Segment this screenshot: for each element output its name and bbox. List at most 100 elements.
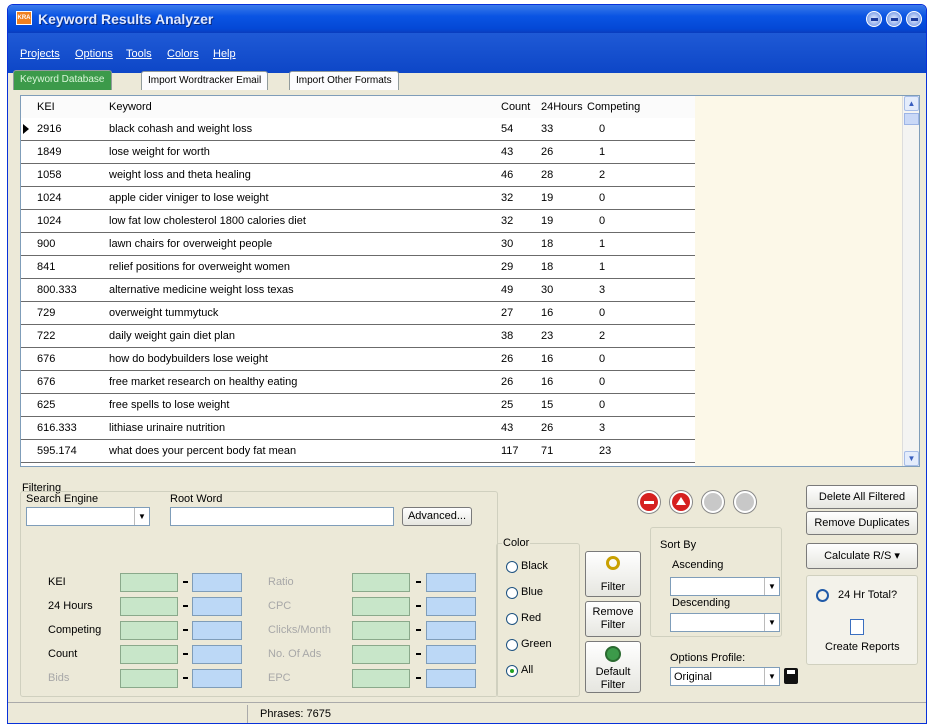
filter-min-input[interactable]: [120, 573, 178, 592]
create-reports-label[interactable]: Create Reports: [825, 641, 900, 653]
filter-max-input[interactable]: [426, 645, 476, 664]
x-gray-icon[interactable]: [734, 491, 756, 513]
filter-min-input[interactable]: [352, 573, 410, 592]
remove-filter-button[interactable]: Remove Filter: [585, 601, 641, 637]
radio-label-green[interactable]: Green: [521, 638, 552, 650]
ascending-label: Ascending: [672, 559, 724, 571]
filter-min-input[interactable]: [120, 669, 178, 688]
filter-max-input[interactable]: [426, 573, 476, 592]
hr-total-label[interactable]: 24 Hr Total?: [838, 589, 897, 601]
descending-select[interactable]: ▼: [670, 613, 780, 632]
table-row[interactable]: 841 relief positions for overweight women…: [21, 256, 695, 279]
radio-black[interactable]: [506, 561, 518, 573]
filter-max-input[interactable]: [192, 645, 242, 664]
menu-options[interactable]: Options: [75, 48, 113, 60]
table-row[interactable]: 729 overweight tummytuck 27 16 0: [21, 302, 695, 325]
calculate-rs-button[interactable]: Calculate R/S ▾: [806, 543, 918, 569]
chevron-down-icon[interactable]: ▼: [764, 668, 779, 685]
scroll-down-icon[interactable]: ▼: [904, 451, 919, 466]
radio-label-black[interactable]: Black: [521, 560, 548, 572]
report-icon[interactable]: [850, 619, 864, 635]
chevron-down-icon[interactable]: ▼: [134, 508, 149, 525]
table-row[interactable]: 1058 weight loss and theta healing 46 28 2: [21, 164, 695, 187]
filter-max-input[interactable]: [426, 621, 476, 640]
range-dash: [416, 677, 421, 679]
delete-all-filtered-button[interactable]: Delete All Filtered: [806, 485, 918, 509]
filter-label-left: 24 Hours: [48, 600, 93, 612]
advanced-button[interactable]: Advanced...: [402, 507, 472, 526]
filter-min-input[interactable]: [120, 597, 178, 616]
table-row[interactable]: 900 lawn chairs for overweight people 30 18…: [21, 233, 695, 256]
radio-label-blue[interactable]: Blue: [521, 586, 543, 598]
filter-max-input[interactable]: [192, 597, 242, 616]
filter-max-input[interactable]: [192, 573, 242, 592]
menu-colors[interactable]: Colors: [167, 48, 199, 60]
radio-red[interactable]: [506, 613, 518, 625]
col-keyword[interactable]: Keyword: [109, 101, 152, 113]
col-count[interactable]: Count: [501, 101, 530, 113]
filter-max-input[interactable]: [192, 669, 242, 688]
filter-max-input[interactable]: [426, 669, 476, 688]
filter-button[interactable]: Filter: [585, 551, 641, 597]
menu-projects[interactable]: Projects: [20, 48, 60, 60]
cell-h24: 16: [541, 353, 554, 365]
tab-keyword-database[interactable]: Keyword Database: [13, 70, 112, 90]
range-dash: [416, 581, 421, 583]
table-row[interactable]: 1849 lose weight for worth 43 26 1: [21, 141, 695, 164]
default-filter-label: Default Filter: [595, 666, 631, 691]
scroll-up-icon[interactable]: ▲: [904, 96, 919, 111]
filter-min-input[interactable]: [352, 669, 410, 688]
col-competing[interactable]: Competing: [587, 101, 640, 113]
table-row[interactable]: 1024 low fat low cholesterol 1800 calorie…: [21, 210, 695, 233]
filter-min-input[interactable]: [352, 597, 410, 616]
table-row[interactable]: 595.174 what does your percent body fat m…: [21, 440, 695, 463]
col-kei[interactable]: KEI: [37, 101, 55, 113]
cell-kei: 729: [37, 307, 56, 319]
filter-min-input[interactable]: [120, 621, 178, 640]
menu-help[interactable]: Help: [213, 48, 236, 60]
radio-all[interactable]: [506, 665, 518, 677]
scroll-thumb[interactable]: [904, 113, 919, 125]
minimize-icon[interactable]: [866, 11, 882, 27]
table-row[interactable]: 1024 apple cider viniger to lose weight 32…: [21, 187, 695, 210]
ascending-select[interactable]: ▼: [670, 577, 780, 596]
table-row[interactable]: 800.333 alternative medicine weight loss …: [21, 279, 695, 302]
root-word-input[interactable]: [170, 507, 394, 526]
radio-green[interactable]: [506, 639, 518, 651]
minus-red-icon[interactable]: [638, 491, 660, 513]
table-row[interactable]: 676 free market research on healthy eatin…: [21, 371, 695, 394]
range-dash: [183, 629, 188, 631]
filter-max-input[interactable]: [192, 621, 242, 640]
radio-label-all[interactable]: All: [521, 664, 533, 676]
table-row[interactable]: 625 free spells to lose weight 25 15 0: [21, 394, 695, 417]
remove-duplicates-button[interactable]: Remove Duplicates: [806, 511, 918, 535]
filter-min-input[interactable]: [352, 645, 410, 664]
tab-import-other[interactable]: Import Other Formats: [289, 71, 399, 90]
cell-h24: 16: [541, 376, 554, 388]
table-row[interactable]: 2916 black cohash and weight loss 54 33 0: [21, 118, 695, 141]
save-icon[interactable]: [784, 668, 798, 684]
search-engine-select[interactable]: ▼: [26, 507, 150, 526]
options-profile-select[interactable]: Original ▼: [670, 667, 780, 686]
chevron-down-icon[interactable]: ▼: [764, 578, 779, 595]
grid-scrollbar[interactable]: ▲ ▼: [902, 96, 919, 466]
search-engine-label: Search Engine: [26, 493, 99, 505]
radio-blue[interactable]: [506, 587, 518, 599]
table-row[interactable]: 616.333 lithiase urinaire nutrition 43 26 3: [21, 417, 695, 440]
filter-min-input[interactable]: [120, 645, 178, 664]
filter-max-input[interactable]: [426, 597, 476, 616]
tab-import-wordtracker[interactable]: Import Wordtracker Email: [141, 71, 269, 90]
chevron-down-icon[interactable]: ▼: [764, 614, 779, 631]
close-icon[interactable]: [906, 11, 922, 27]
filter-min-input[interactable]: [352, 621, 410, 640]
col-24hours[interactable]: 24Hours: [541, 101, 583, 113]
up-arrow-red-icon[interactable]: [670, 491, 692, 513]
table-row[interactable]: 722 daily weight gain diet plan 38 23 2: [21, 325, 695, 348]
maximize-icon[interactable]: [886, 11, 902, 27]
check-gray-icon[interactable]: [702, 491, 724, 513]
menu-tools[interactable]: Tools: [126, 48, 152, 60]
table-row[interactable]: 676 how do bodybuilders lose weight 26 16 0: [21, 348, 695, 371]
default-filter-button[interactable]: Default Filter: [585, 641, 641, 693]
cell-kei: 900: [37, 238, 56, 250]
radio-label-red[interactable]: Red: [521, 612, 541, 624]
